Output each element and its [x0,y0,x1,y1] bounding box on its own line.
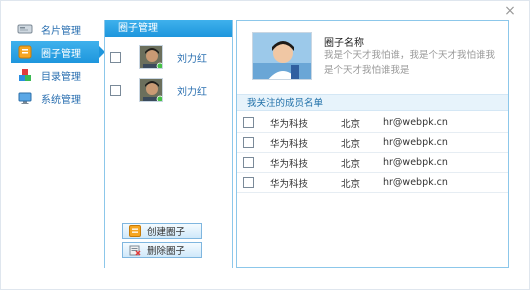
sidebar-nav: 名片管理 圈子管理 目录管理 系统管理 [11,18,105,110]
member-email: hr@webpk.cn [383,157,448,168]
delete-icon [128,244,141,256]
sidebar-item-label: 名片管理 [41,25,81,37]
row-checkbox[interactable] [243,177,254,188]
circle-description: 我是个天才我怕谁，我是个天才我怕谁我是个天才我怕谁我是 [324,50,496,76]
monitor-icon [17,91,33,105]
panel-title: 圈子管理 [105,20,232,37]
member-email: hr@webpk.cn [383,177,448,188]
table-row[interactable]: 华为科技 北京 hr@webpk.cn [237,153,508,173]
sidebar-item-label: 目录管理 [41,71,81,83]
member-city: 北京 [341,138,361,150]
sidebar-item-label: 系统管理 [41,94,81,106]
member-name[interactable]: 刘力红 [177,50,207,65]
member-company: 华为科技 [270,138,309,150]
circle-detail-panel: 圈子名称 我是个天才我怕谁，我是个天才我怕谁我是个天才我怕谁我是 我关注的成员名… [236,20,509,268]
row-checkbox[interactable] [243,157,254,168]
member-email: hr@webpk.cn [383,117,448,128]
sidebar-item-system-management[interactable]: 系统管理 [11,87,99,109]
close-icon[interactable]: × [503,4,517,18]
member-company: 华为科技 [270,158,309,170]
sidebar-item-card-management[interactable]: 名片管理 [11,18,99,40]
member-company: 华为科技 [270,118,309,130]
circle-icon [17,45,33,59]
table-row[interactable]: 华为科技 北京 hr@webpk.cn [237,173,508,193]
list-item[interactable]: 刘力红 [105,42,234,72]
member-checkbox[interactable] [110,51,121,63]
blocks-icon [17,68,33,82]
card-icon [17,22,33,36]
sidebar-item-circle-management[interactable]: 圈子管理 [11,41,105,63]
circle-info: 圈子名称 我是个天才我怕谁，我是个天才我怕谁我是个天才我怕谁我是 [252,32,502,94]
list-item[interactable]: 刘力红 [105,75,234,105]
circle-management-dialog: × 名片管理 圈子管理 目录管理 系统管理 圈子管理 刘力红 刘力红 创建圈子 … [0,0,530,290]
member-city: 北京 [341,118,361,130]
sidebar-item-label: 圈子管理 [41,48,81,60]
avatar [139,45,163,69]
delete-circle-label: 删除圈子 [147,246,186,257]
create-circle-button[interactable]: 创建圈子 [122,223,202,239]
table-row[interactable]: 华为科技 北京 hr@webpk.cn [237,113,508,133]
circle-icon [128,225,141,237]
create-circle-label: 创建圈子 [147,227,186,238]
member-city: 北京 [341,158,361,170]
member-email: hr@webpk.cn [383,137,448,148]
circle-list-panel: 圈子管理 刘力红 刘力红 创建圈子 删除圈子 [104,20,233,268]
followed-members-title: 我关注的成员名单 [237,94,508,111]
member-company: 华为科技 [270,178,309,190]
avatar [139,78,163,102]
circle-name: 圈子名称 [324,38,364,49]
delete-circle-button[interactable]: 删除圈子 [122,242,202,258]
circle-photo [252,32,312,80]
member-name[interactable]: 刘力红 [177,83,207,98]
row-checkbox[interactable] [243,117,254,128]
sidebar-item-directory-management[interactable]: 目录管理 [11,64,99,86]
row-checkbox[interactable] [243,137,254,148]
table-row[interactable]: 华为科技 北京 hr@webpk.cn [237,133,508,153]
member-city: 北京 [341,178,361,190]
member-checkbox[interactable] [110,84,121,96]
